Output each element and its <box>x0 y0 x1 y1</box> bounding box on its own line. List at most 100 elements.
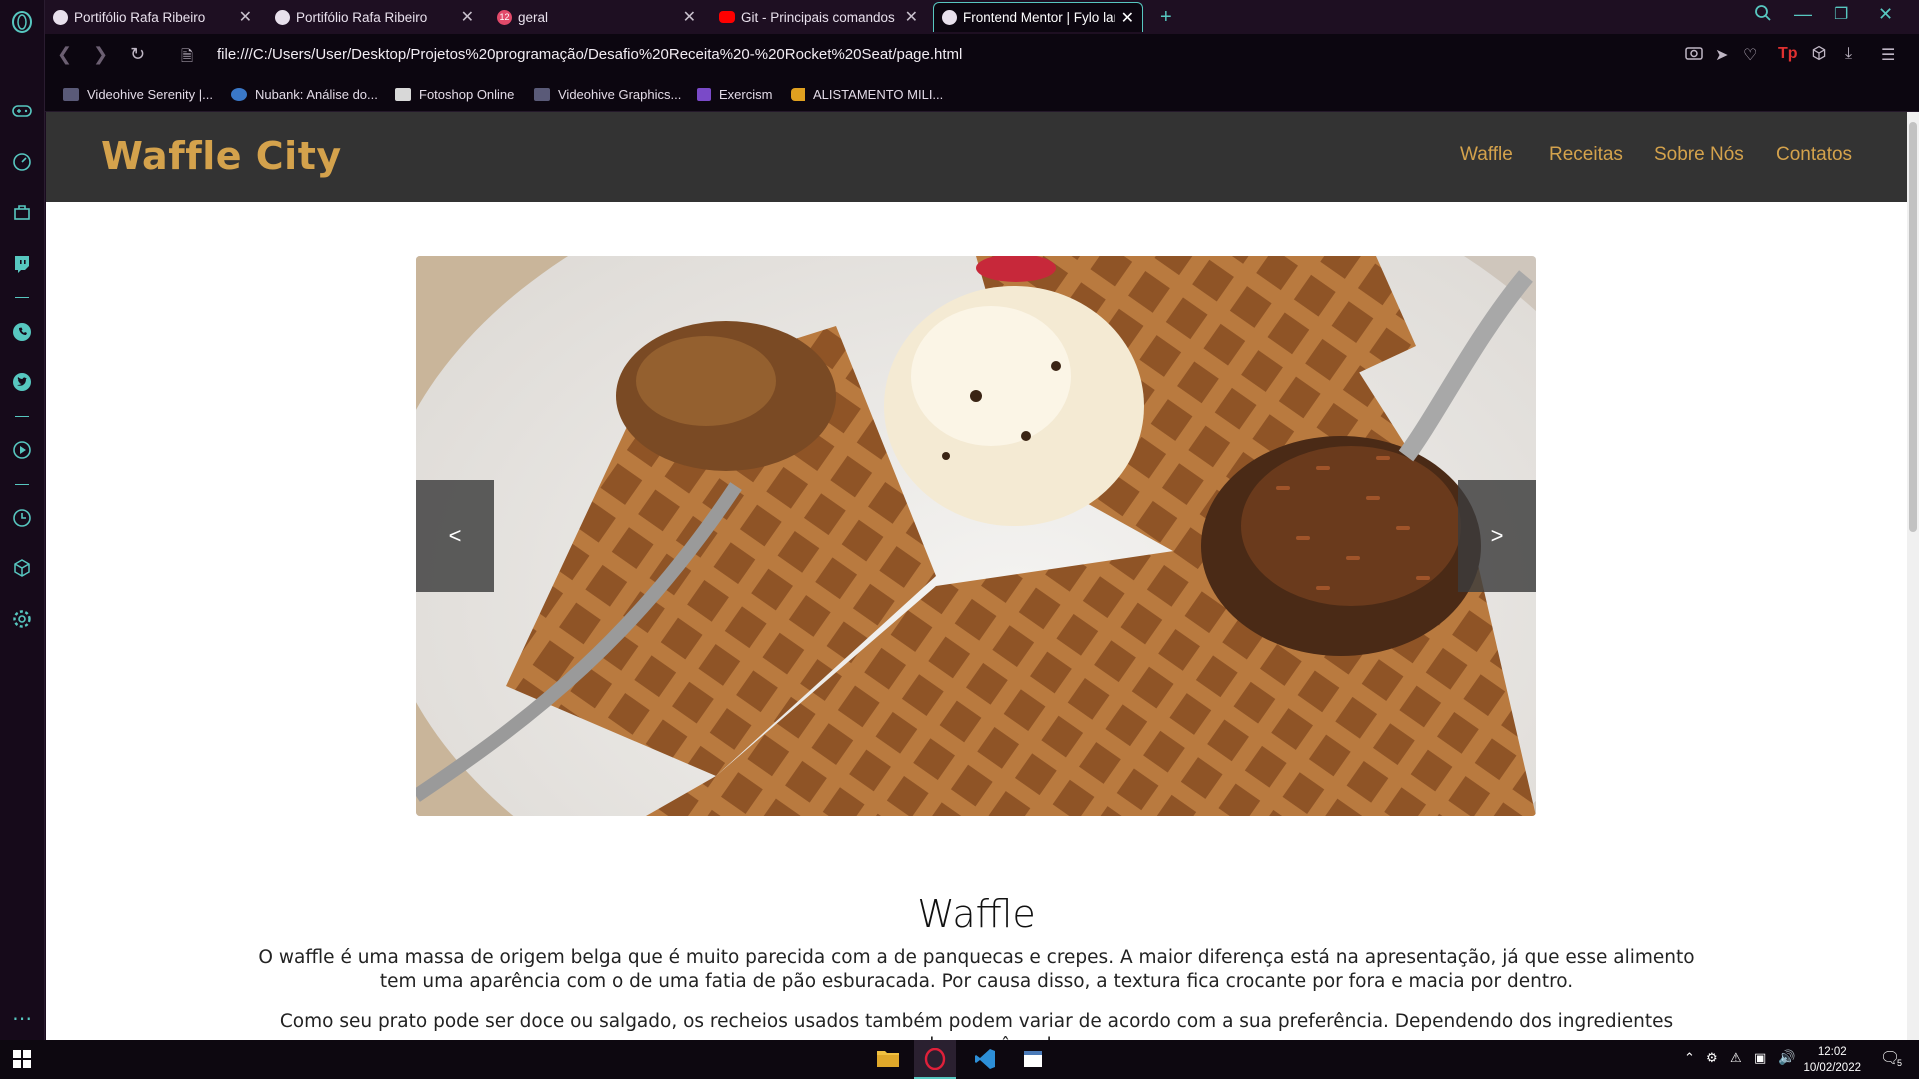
paragraph: Como seu prato pode ser doce ou salgado,… <box>279 1011 1674 1040</box>
nav-link-waffle[interactable]: Waffle <box>1460 144 1513 166</box>
sidebar-separator <box>15 416 29 417</box>
bookmark-favicon-icon <box>63 88 79 101</box>
tab-portfolio-1[interactable]: Portifólio Rafa Ribeiro ✕ <box>45 2 260 32</box>
close-icon[interactable]: ✕ <box>905 7 918 27</box>
whatsapp-icon[interactable] <box>10 320 34 344</box>
tab-title: Portifólio Rafa Ribeiro <box>296 9 428 25</box>
page-scrollbar[interactable] <box>1907 112 1919 1040</box>
opera-gx-taskbar-icon[interactable] <box>914 1040 956 1079</box>
opera-logo-icon[interactable] <box>10 10 34 34</box>
taskbar-clock[interactable]: 12:02 10/02/2022 <box>1803 1044 1861 1076</box>
more-options-icon[interactable]: ⋯ <box>10 1006 34 1030</box>
bookmark-favicon-icon <box>791 88 805 101</box>
youtube-icon <box>719 11 735 23</box>
tab-title: Frontend Mentor | Fylo lan <box>963 10 1115 25</box>
back-icon[interactable]: ❮ <box>57 44 72 65</box>
twitter-icon[interactable] <box>10 370 34 394</box>
tray-chevron-icon[interactable]: ⌃ <box>1684 1050 1695 1066</box>
bookmark-item[interactable]: Videohive Graphics... <box>534 87 681 102</box>
tab-title: geral <box>518 9 549 25</box>
bookmark-favicon-icon <box>231 88 247 101</box>
close-icon[interactable]: ✕ <box>683 7 696 27</box>
nav-link-contatos[interactable]: Contatos <box>1776 144 1852 166</box>
close-icon[interactable]: ✕ <box>239 7 252 27</box>
settings-gear-icon[interactable] <box>10 607 34 631</box>
bookmark-favicon-icon <box>534 88 550 101</box>
page-viewport: Waffle City Waffle Receitas Sobre Nós Co… <box>46 112 1907 1040</box>
windows-start-icon[interactable] <box>13 1050 31 1073</box>
nav-link-receitas[interactable]: Receitas <box>1549 144 1623 166</box>
clock-date: 10/02/2022 <box>1803 1062 1861 1074</box>
easy-setup-menu-icon[interactable]: ☰ <box>1881 45 1895 65</box>
windows-taskbar: ⌃ ⚙ ⚠ ▣ 🔊 12:02 10/02/2022 🗨 5 <box>0 1040 1919 1079</box>
close-icon[interactable]: ✕ <box>461 7 474 27</box>
extension-tp-icon[interactable]: Tp <box>1778 45 1798 63</box>
carousel-prev-button[interactable]: < <box>416 480 494 592</box>
restore-icon[interactable]: ❐ <box>1834 4 1848 24</box>
file-page-icon: 🗎 <box>181 48 194 65</box>
forward-icon[interactable]: ❯ <box>93 44 108 65</box>
speed-gauge-icon[interactable] <box>10 150 34 174</box>
history-clock-icon[interactable] <box>10 506 34 530</box>
bookmark-label: Exercism <box>719 87 773 102</box>
bookmark-item[interactable]: Videohive Serenity |... <box>63 87 213 102</box>
bookmark-item[interactable]: Fotoshop Online <box>395 87 514 102</box>
address-bar: ❮ ❯ ↻ 🗎 file:///C:/Users/User/Desktop/Pr… <box>45 34 1919 78</box>
minimize-icon[interactable]: — <box>1794 4 1812 25</box>
bookmark-item[interactable]: ALISTAMENTO MILI... <box>791 87 943 102</box>
bookmark-label: Nubank: Análise do... <box>255 87 378 102</box>
notification-count: 5 <box>1897 1058 1903 1068</box>
bookmarks-bar: Videohive Serenity |... Nubank: Análise … <box>45 78 1919 112</box>
bookmark-label: Fotoshop Online <box>419 87 515 102</box>
tab-title: Git - Principais comandos p <box>741 9 899 25</box>
clock-time: 12:02 <box>1817 1046 1847 1058</box>
camera-snapshot-icon[interactable] <box>1685 45 1703 65</box>
volume-icon[interactable]: 🔊 <box>1778 1049 1795 1066</box>
file-explorer-icon[interactable] <box>876 1048 900 1073</box>
download-icon[interactable]: ⤓ <box>1845 45 1852 63</box>
waffle-photo <box>416 256 1536 816</box>
site-logo[interactable]: Waffle City <box>101 134 342 178</box>
tab-frontend-mentor[interactable]: Frontend Mentor | Fylo lan ✕ <box>933 2 1143 32</box>
close-window-icon[interactable]: ✕ <box>1878 4 1893 25</box>
bookmark-item[interactable]: Nubank: Análise do... <box>231 87 378 102</box>
network-icon[interactable]: ▣ <box>1754 1050 1766 1066</box>
bookmark-item[interactable]: Exercism <box>697 87 772 102</box>
globe-icon <box>275 9 290 25</box>
tray-security-icon[interactable]: ⚠ <box>1730 1050 1742 1066</box>
tab-title: Portifólio Rafa Ribeiro <box>74 9 206 25</box>
bookmark-favicon-icon <box>697 88 711 101</box>
send-flow-icon[interactable]: ➤ <box>1715 45 1728 65</box>
shopping-bag-icon[interactable] <box>10 200 34 224</box>
carousel-next-button[interactable]: > <box>1458 480 1536 592</box>
globe-icon <box>53 9 68 25</box>
extensions-cube-icon[interactable] <box>1811 45 1827 66</box>
url-field[interactable]: file:///C:/Users/User/Desktop/Projetos%2… <box>217 46 962 63</box>
chat-badge-icon: 12 <box>497 9 512 25</box>
section-title: Waffle <box>917 892 1036 936</box>
sidebar-separator <box>15 484 29 485</box>
bookmark-favicon-icon <box>395 88 411 101</box>
tab-geral[interactable]: 12 geral ✕ <box>489 2 704 32</box>
scrollbar-thumb[interactable] <box>1909 122 1917 532</box>
gamepad-icon[interactable] <box>10 99 34 123</box>
vscode-icon[interactable] <box>974 1048 996 1075</box>
bookmark-label: ALISTAMENTO MILI... <box>813 87 944 102</box>
nav-link-sobre-nos[interactable]: Sobre Nós <box>1654 144 1744 166</box>
app-window-icon[interactable] <box>1022 1048 1044 1075</box>
close-icon[interactable]: ✕ <box>1121 8 1134 28</box>
new-tab-button[interactable]: + <box>1152 2 1182 32</box>
tray-app-icon[interactable]: ⚙ <box>1706 1050 1718 1066</box>
tab-portfolio-2[interactable]: Portifólio Rafa Ribeiro ✕ <box>267 2 482 32</box>
extensions-cube-icon[interactable] <box>10 556 34 580</box>
search-icon[interactable] <box>1754 4 1772 27</box>
bookmark-label: Videohive Serenity |... <box>87 87 213 102</box>
twitch-icon[interactable] <box>10 252 34 276</box>
paragraph: O waffle é uma massa de origem belga que… <box>258 947 1695 992</box>
tab-bar: Portifólio Rafa Ribeiro ✕ Portifólio Raf… <box>45 0 1919 34</box>
reload-icon[interactable]: ↻ <box>130 44 145 65</box>
player-icon[interactable] <box>10 438 34 462</box>
heart-icon[interactable]: ♡ <box>1743 45 1757 65</box>
sidebar-separator <box>15 297 29 298</box>
tab-git[interactable]: Git - Principais comandos p ✕ <box>711 2 926 32</box>
